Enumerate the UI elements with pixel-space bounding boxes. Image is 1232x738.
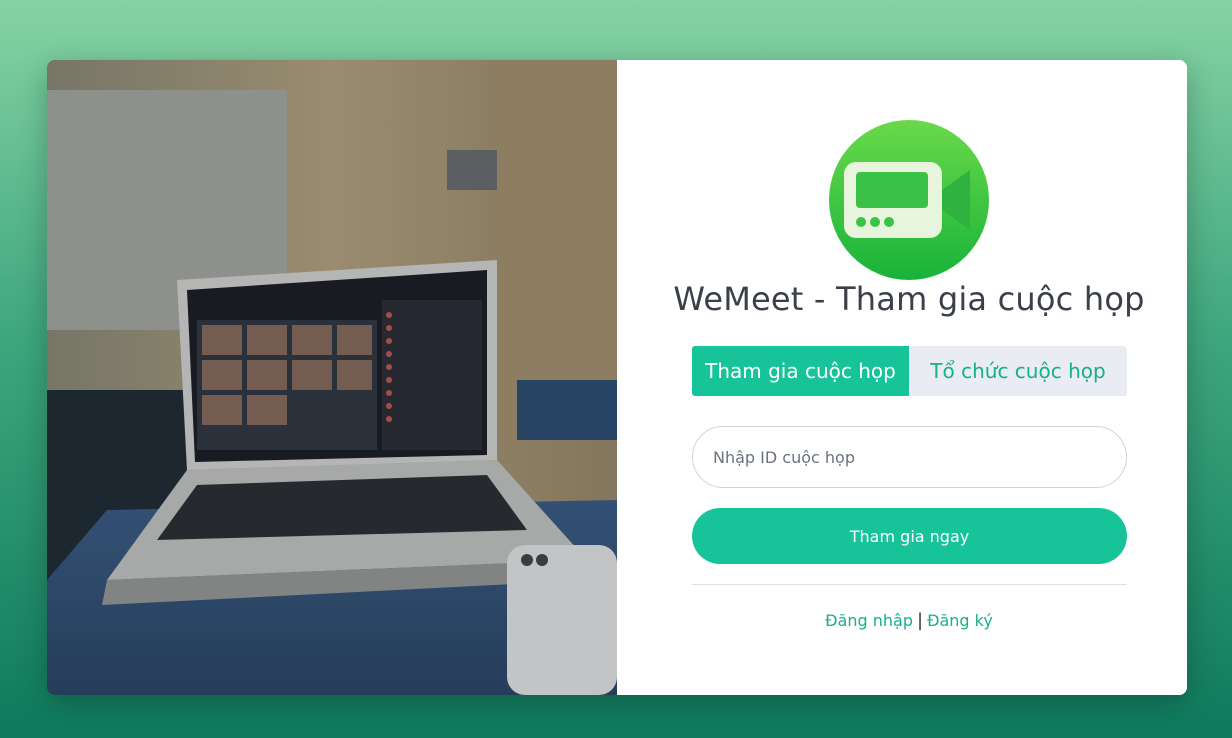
join-meeting-panel: WeMeet - Tham gia cuộc họp Tham gia cuộc… [617,60,1187,695]
hero-photo [47,60,617,695]
login-link[interactable]: Đăng nhập [825,611,913,630]
tab-host-meeting[interactable]: Tổ chức cuộc họp [909,346,1127,396]
login-card: WeMeet - Tham gia cuộc họp Tham gia cuộc… [47,60,1187,695]
link-separator: | [917,610,924,631]
register-link[interactable]: Đăng ký [927,611,993,630]
join-now-button[interactable]: Tham gia ngay [692,508,1127,564]
auth-links: Đăng nhập | Đăng ký [617,610,1187,631]
laptop-video-call-image [47,60,617,695]
video-camera-icon [829,120,989,280]
meeting-id-input[interactable] [692,426,1127,488]
meeting-mode-tabs: Tham gia cuộc họp Tổ chức cuộc họp [692,346,1127,396]
divider [692,584,1127,585]
tab-join-meeting[interactable]: Tham gia cuộc họp [692,346,909,396]
page-title: WeMeet - Tham gia cuộc họp [673,280,1145,318]
